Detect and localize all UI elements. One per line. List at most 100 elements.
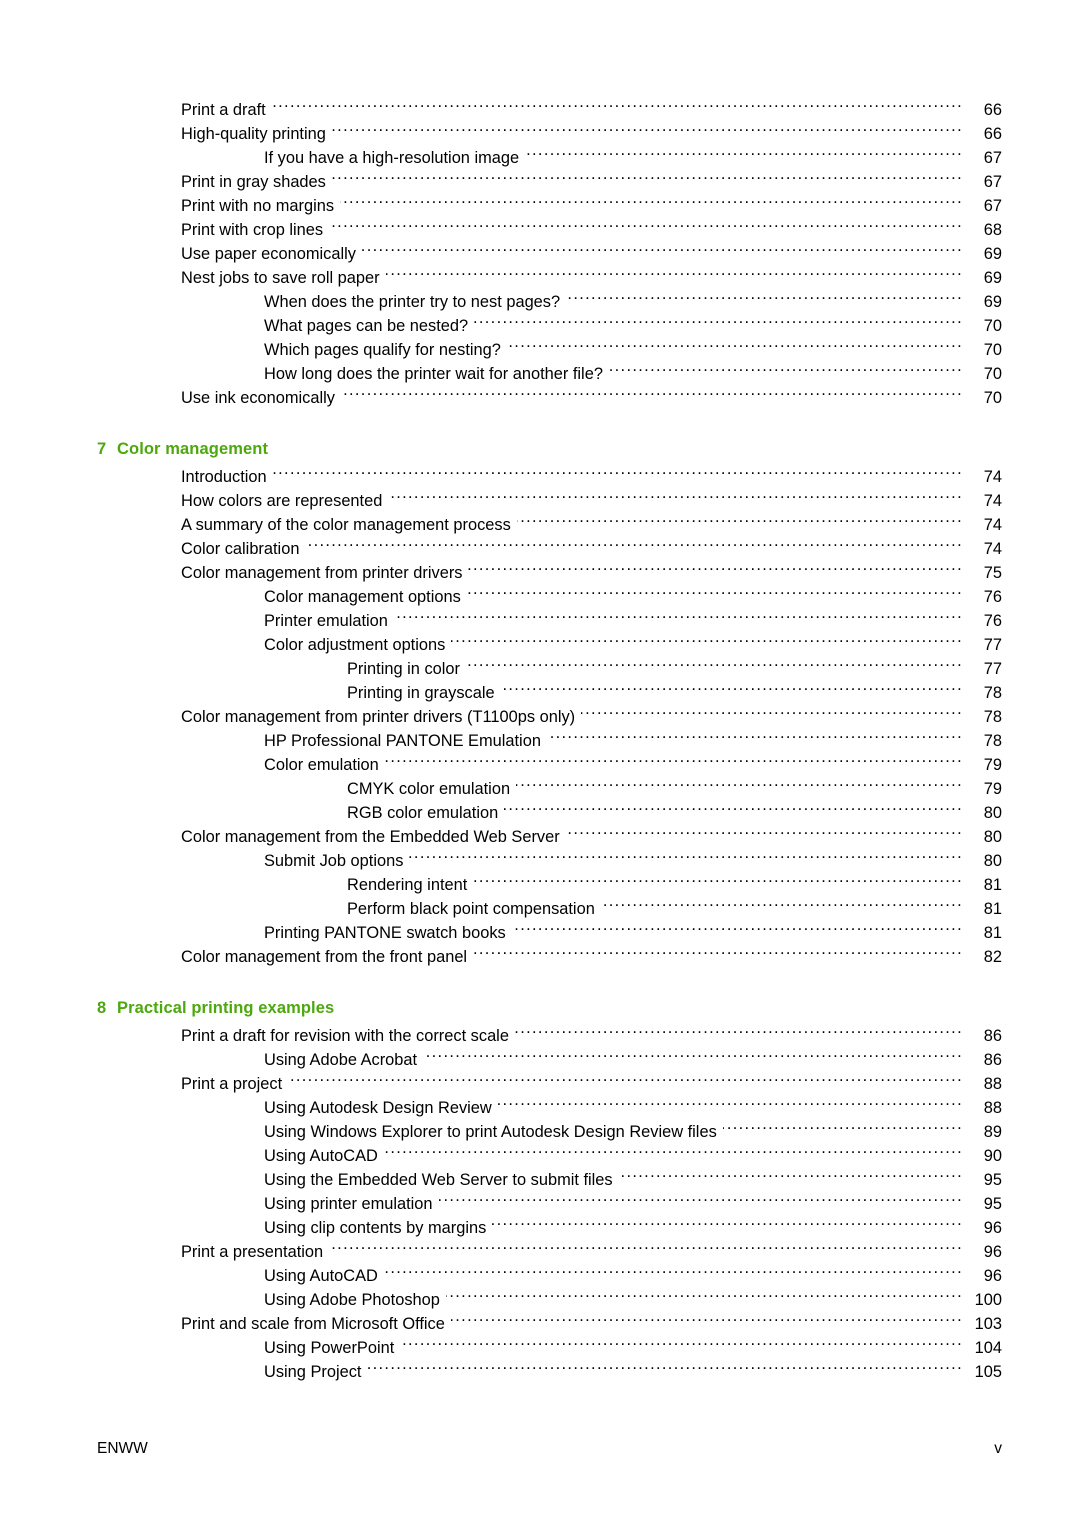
toc-entry[interactable]: Using Project 105 [97,1360,1002,1384]
toc-entry-label: How colors are represented [181,492,383,510]
toc-entry-page-number: 76 [983,612,1002,630]
toc-entry[interactable]: When does the printer try to nest pages?… [97,290,1002,314]
toc-dot-leader [446,1289,963,1305]
toc-dot-leader [547,730,963,746]
toc-entry[interactable]: Print in gray shades 67 [97,170,1002,194]
toc-entry[interactable]: HP Professional PANTONE Emulation 78 [97,729,1002,753]
toc-entry[interactable]: Color management from the Embedded Web S… [97,825,1002,849]
toc-dot-leader [473,874,963,890]
toc-entry[interactable]: Color calibration 74 [97,537,1002,561]
toc-entry[interactable]: Using printer emulation 95 [97,1192,1002,1216]
toc-entry[interactable]: Print a draft for revision with the corr… [97,1024,1002,1048]
toc-entry[interactable]: Color adjustment options 77 [97,633,1002,657]
toc-entry[interactable]: Printer emulation 76 [97,609,1002,633]
toc-dot-leader [501,682,963,698]
toc-entry[interactable]: CMYK color emulation 79 [97,777,1002,801]
toc-entry-label: Nest jobs to save roll paper [181,269,380,287]
toc-entry[interactable]: Submit Job options 80 [97,849,1002,873]
toc-dot-leader [507,339,963,355]
toc-entry[interactable]: Introduction 74 [97,465,1002,489]
toc-entry[interactable]: Print a presentation 96 [97,1240,1002,1264]
toc-entry[interactable]: Using AutoCAD 90 [97,1144,1002,1168]
toc-entry[interactable]: Which pages qualify for nesting? 70 [97,338,1002,362]
toc-page: Print a draft 66 High-quality printing 66 If… [0,0,1080,1527]
toc-entry-page-number: 95 [983,1195,1002,1213]
toc-dot-leader [498,1097,963,1113]
toc-entry[interactable]: Using the Embedded Web Server to submit … [97,1168,1002,1192]
toc-entry-page-number: 100 [974,1291,1002,1309]
toc-dot-leader [332,171,963,187]
toc-entry-label: What pages can be nested? [264,317,469,335]
chapter-heading[interactable]: 8 Practical printing examples [97,969,1002,1018]
toc-entry[interactable]: Using Windows Explorer to print Autodesk… [97,1120,1002,1144]
toc-entry-page-number: 86 [983,1027,1002,1045]
toc-entry[interactable]: Print a project 88 [97,1072,1002,1096]
toc-entry-label: Introduction [181,468,267,486]
toc-entry[interactable]: Use paper economically 69 [97,242,1002,266]
toc-entry-label: Print a draft [181,101,266,119]
toc-entry-page-number: 79 [983,780,1002,798]
toc-dot-leader [423,1049,963,1065]
toc-entry-label: Print and scale from Microsoft Office [181,1315,445,1333]
toc-entry[interactable]: Using clip contents by margins 96 [97,1216,1002,1240]
toc-entry-label: When does the printer try to nest pages? [264,293,561,311]
toc-entry[interactable]: Using AutoCAD 96 [97,1264,1002,1288]
toc-entry[interactable]: Print and scale from Microsoft Office 103 [97,1312,1002,1336]
toc-entry-label: How long does the printer wait for anoth… [264,365,603,383]
footer-left-label: ENWW [97,1440,148,1457]
toc-dot-leader [367,1361,963,1377]
toc-dot-leader [516,778,963,794]
toc-dot-leader [272,99,963,115]
toc-entry[interactable]: Print a draft 66 [97,98,1002,122]
toc-entry[interactable]: Printing PANTONE swatch books 81 [97,921,1002,945]
toc-entry-label: Using the Embedded Web Server to submit … [264,1171,613,1189]
toc-entry-label: Which pages qualify for nesting? [264,341,501,359]
toc-entry[interactable]: Color management from printer drivers 75 [97,561,1002,585]
toc-entry[interactable]: Printing in grayscale 78 [97,681,1002,705]
toc-entry-label: RGB color emulation [347,804,499,822]
toc-entry[interactable]: Using Autodesk Design Review 88 [97,1096,1002,1120]
toc-entry[interactable]: Perform black point compensation 81 [97,897,1002,921]
chapter-heading[interactable]: 7 Color management [97,410,1002,459]
chapter-number: 8 [97,999,107,1017]
toc-entry[interactable]: If you have a high-resolution image 67 [97,146,1002,170]
toc-entry[interactable]: Using Adobe Photoshop 100 [97,1288,1002,1312]
toc-entry-label: Color management options [264,588,461,606]
toc-dot-leader [288,1073,963,1089]
toc-dot-leader [341,387,963,403]
toc-entry[interactable]: Color management options 76 [97,585,1002,609]
toc-entry[interactable]: Printing in color 77 [97,657,1002,681]
toc-entry[interactable]: Print with no margins 67 [97,194,1002,218]
toc-entry[interactable]: Color management from the front panel 82 [97,945,1002,969]
toc-entry[interactable]: How long does the printer wait for anoth… [97,362,1002,386]
toc-entry[interactable]: Color management from printer drivers (T… [97,705,1002,729]
toc-entry[interactable]: Print with crop lines 68 [97,218,1002,242]
toc-entry[interactable]: Using Adobe Acrobat 86 [97,1048,1002,1072]
toc-dot-leader [492,1217,963,1233]
toc-entry[interactable]: How colors are represented 74 [97,489,1002,513]
toc-entry[interactable]: Color emulation 79 [97,753,1002,777]
toc-dot-leader [386,267,963,283]
toc-entry-page-number: 105 [974,1363,1002,1381]
toc-entry[interactable]: RGB color emulation 80 [97,801,1002,825]
toc-entry[interactable]: Rendering intent 81 [97,873,1002,897]
toc-entry-page-number: 76 [983,588,1002,606]
toc-entry[interactable]: Using PowerPoint 104 [97,1336,1002,1360]
toc-continued-section: Print a draft 66 High-quality printing 66 If… [97,98,1002,410]
toc-dot-leader [329,219,963,235]
toc-entry[interactable]: Use ink economically 70 [97,386,1002,410]
toc-entry-label: Print a draft for revision with the corr… [181,1027,509,1045]
toc-dot-leader [384,1145,963,1161]
toc-entry-page-number: 70 [983,341,1002,359]
chapter-title: Practical printing examples [117,999,335,1017]
toc-entry[interactable]: High-quality printing 66 [97,122,1002,146]
toc-dot-leader [601,898,963,914]
toc-entry[interactable]: A summary of the color management proces… [97,513,1002,537]
toc-entry-label: Print a presentation [181,1243,324,1261]
toc-entry-label: Color management from printer drivers [181,564,463,582]
toc-entry-label: HP Professional PANTONE Emulation [264,732,541,750]
toc-dot-leader [609,363,963,379]
toc-entry[interactable]: Nest jobs to save roll paper 69 [97,266,1002,290]
toc-entry-page-number: 78 [983,708,1002,726]
toc-entry[interactable]: What pages can be nested? 70 [97,314,1002,338]
